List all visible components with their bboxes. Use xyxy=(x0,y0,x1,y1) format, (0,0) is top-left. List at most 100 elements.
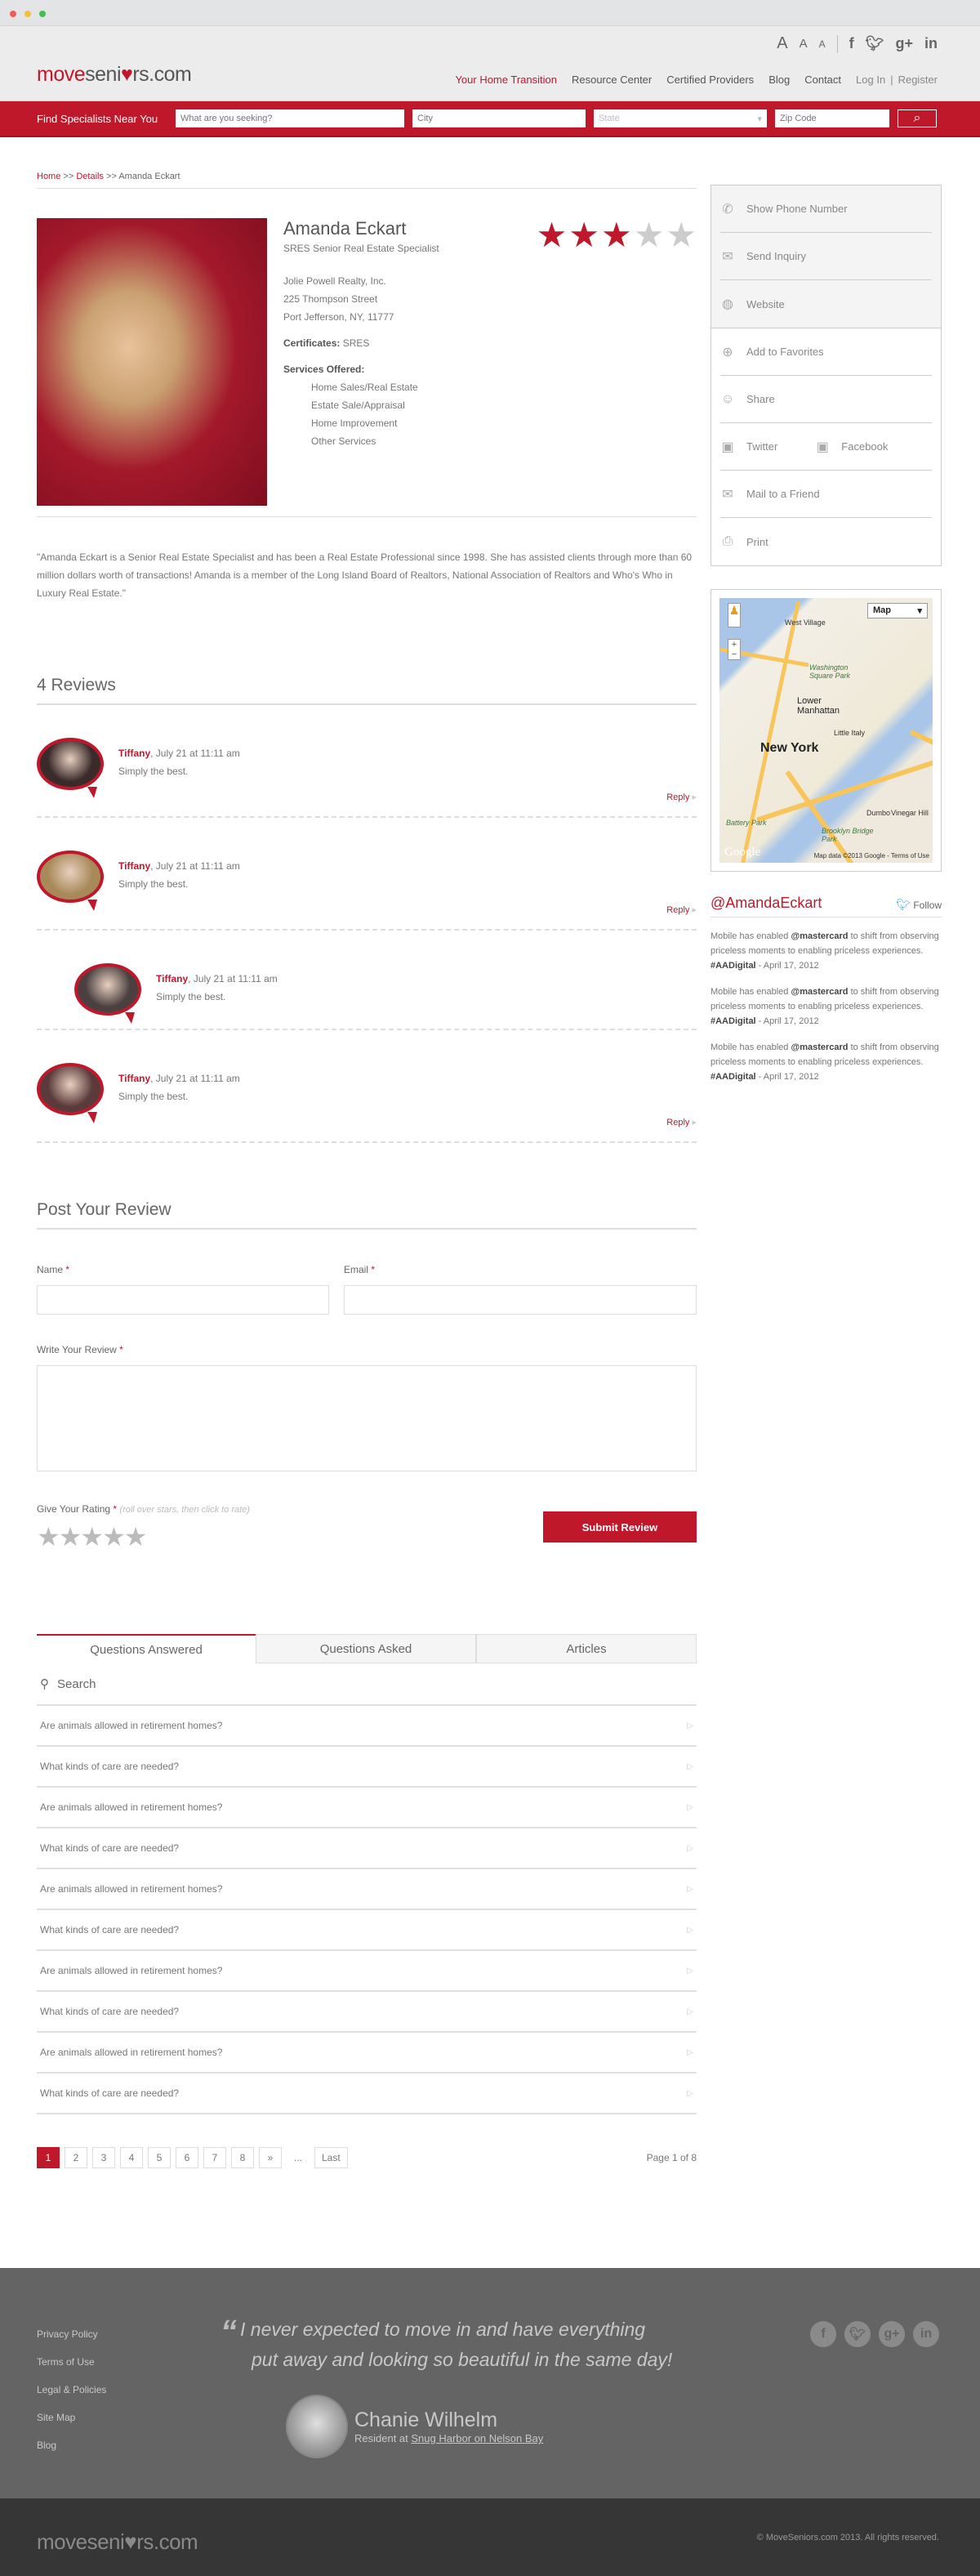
reply-link[interactable]: Reply ▸ xyxy=(666,904,697,915)
font-size-small-button[interactable]: A xyxy=(819,38,826,50)
map-attribution[interactable]: Map data ©2013 Google - Terms of Use xyxy=(814,852,929,859)
page-button-4[interactable]: 4 xyxy=(120,2147,143,2168)
state-select[interactable]: State ▾ xyxy=(594,109,767,127)
minimize-window-dot[interactable] xyxy=(24,11,31,17)
rating-star-icon[interactable]: ★ xyxy=(124,1522,148,1551)
login-link[interactable]: Log In xyxy=(856,74,885,86)
follow-button[interactable]: 🐦︎ Follow xyxy=(896,898,942,912)
site-logo[interactable]: moveseni♥rs.com xyxy=(37,63,192,87)
nav-resource-center[interactable]: Resource Center xyxy=(572,74,652,86)
footer-link[interactable]: Terms of Use xyxy=(37,2348,106,2376)
tweet-hashtag[interactable]: #AADigital xyxy=(710,1016,756,1026)
tab-questions-asked[interactable]: Questions Asked xyxy=(256,1634,476,1663)
footer-link[interactable]: Site Map xyxy=(37,2404,106,2431)
share-button[interactable]: ☺ Share xyxy=(720,376,932,423)
twitter-handle[interactable]: @AmandaEckart xyxy=(710,895,822,912)
map[interactable]: New York West Village Washington Square … xyxy=(719,598,933,863)
reviewer-name[interactable]: Tiffany xyxy=(118,748,150,759)
twitter-icon[interactable]: 🐦︎ xyxy=(866,35,884,52)
question-item[interactable]: Are animals allowed in retirement homes?… xyxy=(37,1951,697,1992)
name-input[interactable] xyxy=(37,1285,329,1315)
question-item[interactable]: Are animals allowed in retirement homes?… xyxy=(37,1869,697,1910)
tweet-hashtag[interactable]: #AADigital xyxy=(710,961,756,971)
footer-logo[interactable]: moveseni♥rs.com xyxy=(37,2529,198,2555)
page-button-8[interactable]: 8 xyxy=(231,2147,254,2168)
linkedin-icon[interactable]: in xyxy=(913,2321,939,2347)
show-phone-button[interactable]: ✆ Show Phone Number xyxy=(720,185,932,233)
tweet-mention[interactable]: @mastercard xyxy=(791,1042,848,1052)
rating-star-icon[interactable]: ★ xyxy=(59,1522,82,1551)
mail-friend-button[interactable]: ✉ Mail to a Friend xyxy=(720,471,932,518)
question-item[interactable]: Are animals allowed in retirement homes?… xyxy=(37,1706,697,1747)
map-zoom-control[interactable]: + − xyxy=(728,639,741,660)
question-item[interactable]: What kinds of care are needed? ▷ xyxy=(37,1747,697,1788)
nav-blog[interactable]: Blog xyxy=(768,74,790,86)
zoom-out-button[interactable]: − xyxy=(728,650,740,659)
rating-star-icon[interactable]: ★ xyxy=(102,1522,126,1551)
street-view-pegman-icon[interactable]: ♟ xyxy=(728,603,741,627)
question-item[interactable]: What kinds of care are needed? ▷ xyxy=(37,1992,697,2033)
reviewer-name[interactable]: Tiffany xyxy=(118,1073,150,1084)
question-item[interactable]: What kinds of care are needed? ▷ xyxy=(37,1828,697,1869)
tab-articles[interactable]: Articles xyxy=(476,1634,697,1663)
add-to-favorites-button[interactable]: ⊕ Add to Favorites xyxy=(720,328,932,376)
google-plus-icon[interactable]: g+ xyxy=(879,2321,905,2347)
email-input[interactable] xyxy=(344,1285,697,1315)
zip-input[interactable] xyxy=(775,109,889,127)
twitter-share-button[interactable]: ▣ Twitter xyxy=(720,439,777,455)
tweet-hashtag[interactable]: #AADigital xyxy=(710,1072,756,1082)
last-page-button[interactable]: Last xyxy=(314,2147,348,2168)
questions-search[interactable]: ⚲ Search xyxy=(37,1663,697,1706)
review-textarea[interactable] xyxy=(37,1365,697,1471)
nav-your-home-transition[interactable]: Your Home Transition xyxy=(455,74,557,86)
facebook-icon[interactable]: f xyxy=(849,35,854,52)
reply-link[interactable]: Reply ▸ xyxy=(666,792,697,802)
question-item[interactable]: Are animals allowed in retirement homes?… xyxy=(37,2033,697,2074)
page-button-3[interactable]: 3 xyxy=(92,2147,115,2168)
facebook-icon[interactable]: f xyxy=(810,2321,836,2347)
page-button-6[interactable]: 6 xyxy=(176,2147,198,2168)
tweet-mention[interactable]: @mastercard xyxy=(791,931,848,941)
linkedin-icon[interactable]: in xyxy=(924,35,938,52)
tab-questions-answered[interactable]: Questions Answered xyxy=(37,1634,256,1663)
page-button-7[interactable]: 7 xyxy=(203,2147,226,2168)
send-inquiry-button[interactable]: ✉ Send Inquiry xyxy=(720,233,932,280)
twitter-icon[interactable]: 🐦︎ xyxy=(844,2321,871,2347)
rating-star-icon[interactable]: ★ xyxy=(37,1522,60,1551)
reviewer-name[interactable]: Tiffany xyxy=(156,973,188,984)
seeking-input[interactable] xyxy=(176,109,404,127)
font-size-medium-button[interactable]: A xyxy=(800,37,808,51)
google-plus-icon[interactable]: g+ xyxy=(895,35,913,52)
footer-link[interactable]: Legal & Policies xyxy=(37,2376,106,2404)
nav-certified-providers[interactable]: Certified Providers xyxy=(666,74,754,86)
submit-review-button[interactable]: Submit Review xyxy=(543,1511,697,1542)
footer-link[interactable]: Blog xyxy=(37,2431,106,2459)
next-page-button[interactable]: » xyxy=(259,2147,282,2168)
zoom-in-button[interactable]: + xyxy=(728,640,740,650)
print-button[interactable]: ⎙ Print xyxy=(720,518,932,565)
question-item[interactable]: Are animals allowed in retirement homes?… xyxy=(37,1788,697,1828)
search-button[interactable]: ⌕ xyxy=(898,109,937,127)
maximize-window-dot[interactable] xyxy=(39,11,46,17)
register-link[interactable]: Register xyxy=(898,74,938,86)
font-size-large-button[interactable]: A xyxy=(777,34,787,53)
rating-star-icon[interactable]: ★ xyxy=(80,1522,104,1551)
reply-link[interactable]: Reply ▸ xyxy=(666,1117,697,1127)
breadcrumb-details[interactable]: Details xyxy=(76,172,104,181)
residence-link[interactable]: Snug Harbor on Nelson Bay xyxy=(411,2432,543,2444)
website-button[interactable]: ◍ Website xyxy=(720,280,932,328)
reviewer-name[interactable]: Tiffany xyxy=(118,860,150,872)
map-type-select[interactable]: Map ▾ xyxy=(867,603,928,618)
breadcrumb-home[interactable]: Home xyxy=(37,172,60,181)
city-input[interactable] xyxy=(412,109,586,127)
question-item[interactable]: What kinds of care are needed? ▷ xyxy=(37,1910,697,1951)
close-window-dot[interactable] xyxy=(10,11,16,17)
tweet-mention[interactable]: @mastercard xyxy=(791,987,848,997)
nav-contact[interactable]: Contact xyxy=(804,74,841,86)
footer-link[interactable]: Privacy Policy xyxy=(37,2320,106,2348)
page-button-2[interactable]: 2 xyxy=(65,2147,87,2168)
page-button-1[interactable]: 1 xyxy=(37,2147,60,2168)
page-button-5[interactable]: 5 xyxy=(148,2147,171,2168)
facebook-share-button[interactable]: ▣ Facebook xyxy=(815,439,889,455)
question-item[interactable]: What kinds of care are needed? ▷ xyxy=(37,2074,697,2114)
